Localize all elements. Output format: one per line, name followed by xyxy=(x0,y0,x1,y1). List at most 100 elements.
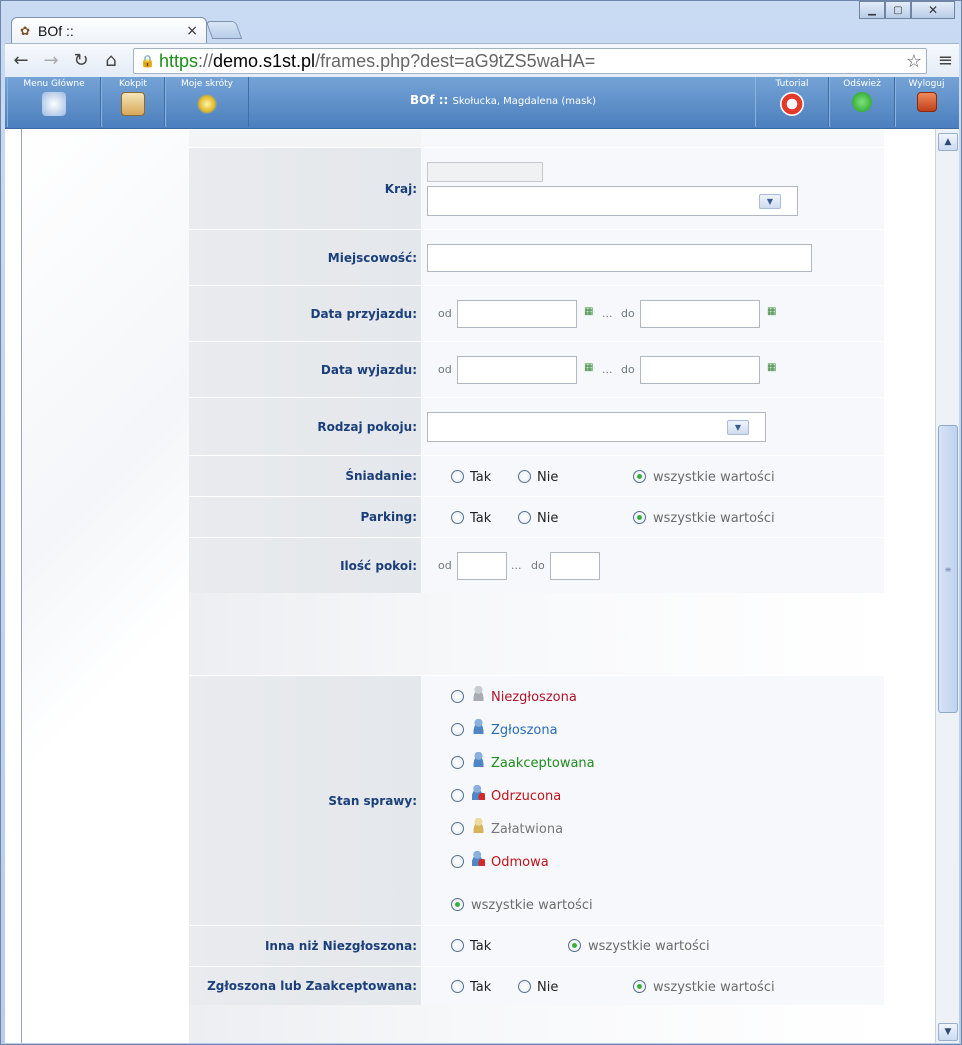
stan-wszystkie-radio[interactable] xyxy=(451,898,464,911)
user-done-icon xyxy=(472,818,485,833)
url-host: demo.s1st.pl xyxy=(213,50,316,71)
kraj-filter-input[interactable] xyxy=(427,162,543,182)
parking-nie-label[interactable]: Nie xyxy=(537,511,558,526)
data-wyjazdu-do-input[interactable] xyxy=(640,356,760,384)
clipboard-chart-icon xyxy=(121,92,145,116)
chevron-down-icon[interactable]: ▼ xyxy=(759,194,781,209)
user-check-icon xyxy=(472,752,485,767)
home-icon[interactable]: ⌂ xyxy=(97,47,125,75)
browser-menu-icon[interactable]: ≡ xyxy=(938,50,953,71)
stan-zgloszona-radio[interactable] xyxy=(451,723,464,736)
calendar-icon[interactable]: ▦ xyxy=(584,362,598,374)
tutorial-label: Tutorial xyxy=(775,79,809,89)
status-zaakceptowana-label[interactable]: Zaakceptowana xyxy=(491,756,595,771)
status-zgloszona-label[interactable]: Zgłoszona xyxy=(491,723,558,738)
stan-odmowa-radio[interactable] xyxy=(451,855,464,868)
stan-odrzucona-radio[interactable] xyxy=(451,789,464,802)
user-reject-icon xyxy=(472,785,485,800)
data-wyjazdu-od-input[interactable] xyxy=(457,356,577,384)
status-odmowa-label[interactable]: Odmowa xyxy=(491,855,549,870)
label-kraj: Kraj: xyxy=(189,148,421,229)
kraj-select[interactable]: ▼ xyxy=(427,186,798,216)
close-window-button[interactable]: ✕ xyxy=(911,1,955,19)
status-odrzucona-label[interactable]: Odrzucona xyxy=(491,789,561,804)
new-tab-button[interactable] xyxy=(205,21,243,39)
moje-skroty-button[interactable]: Moje skróty xyxy=(165,77,249,127)
tutorial-button[interactable]: Tutorial xyxy=(755,77,829,127)
ilosc-pokoi-od-input[interactable] xyxy=(457,552,507,580)
search-form: Kraj: ▼ Miejscowość: Data przyjazdu: od … xyxy=(189,129,884,1043)
zgloszona-nie-label[interactable]: Nie xyxy=(537,980,558,995)
minimize-button[interactable]: ▁ xyxy=(859,1,885,19)
data-przyjazdu-do-input[interactable] xyxy=(640,300,760,328)
odswiez-button[interactable]: Odśwież xyxy=(829,77,895,127)
value-kraj: ▼ xyxy=(421,148,884,229)
parking-wszystkie-label[interactable]: wszystkie wartości xyxy=(653,511,775,526)
sniadanie-tak-label[interactable]: Tak xyxy=(470,470,491,485)
url-scheme: https xyxy=(158,50,198,71)
maximize-button[interactable]: ▢ xyxy=(885,1,911,19)
rodzaj-pokoju-select[interactable]: ▼ xyxy=(427,412,766,442)
range-dots: ... xyxy=(602,307,613,320)
stan-zaakceptowana-radio[interactable] xyxy=(451,756,464,769)
inna-tak-label[interactable]: Tak xyxy=(470,939,491,954)
sniadanie-wszystkie-label[interactable]: wszystkie wartości xyxy=(653,470,775,485)
app-title-text: BOf :: xyxy=(409,93,449,107)
menu-glowne-button[interactable]: Menu Główne xyxy=(7,77,101,127)
tab-strip: ✿ BOf :: × ▁ ▢ ✕ xyxy=(1,1,962,43)
user-clock-icon xyxy=(472,719,485,734)
calendar-icon[interactable]: ▦ xyxy=(767,362,781,374)
tab-bof[interactable]: ✿ BOf :: × xyxy=(11,17,207,43)
wyloguj-button[interactable]: Wyloguj xyxy=(895,77,957,127)
sniadanie-tak-radio[interactable] xyxy=(451,470,464,483)
stan-zalatwiona-radio[interactable] xyxy=(451,822,464,835)
zgloszona-tak-label[interactable]: Tak xyxy=(470,980,491,995)
calendar-icon[interactable]: ▦ xyxy=(584,306,598,318)
vertical-scrollbar[interactable]: ▲ ≡ ▼ xyxy=(935,129,959,1043)
ilosc-pokoi-do-input[interactable] xyxy=(550,552,600,580)
lifebuoy-icon xyxy=(780,92,804,116)
row-rodzaj-pokoju: Rodzaj pokoju: ▼ xyxy=(189,397,884,455)
label-inna-niz: Inna niż Niezgłoszona: xyxy=(189,926,421,966)
kokpit-button[interactable]: Kokpit xyxy=(101,77,165,127)
tab-close-icon[interactable]: × xyxy=(186,23,198,39)
zgloszona-tak-radio[interactable] xyxy=(451,980,464,993)
status-zalatwiona-label[interactable]: Załatwiona xyxy=(491,822,563,837)
forward-icon[interactable]: → xyxy=(37,47,65,75)
zgloszona-wszystkie-radio[interactable] xyxy=(633,980,646,993)
calendar-icon[interactable]: ▦ xyxy=(767,306,781,318)
inna-wszystkie-label[interactable]: wszystkie wartości xyxy=(588,939,710,954)
status-niezgloszona-label[interactable]: Niezgłoszona xyxy=(491,690,577,705)
zgloszona-wszystkie-label[interactable]: wszystkie wartości xyxy=(653,980,775,995)
stan-wszystkie-label[interactable]: wszystkie wartości xyxy=(471,898,593,913)
zgloszona-nie-radio[interactable] xyxy=(518,980,531,993)
scroll-up-icon[interactable]: ▲ xyxy=(938,133,958,151)
chevron-down-icon[interactable]: ▼ xyxy=(727,420,749,435)
parking-wszystkie-radio[interactable] xyxy=(633,511,646,524)
browser-window: ✿ BOf :: × ▁ ▢ ✕ ← → ↻ ⌂ 🔒 https://demo.… xyxy=(0,0,962,1045)
miejscowosc-input[interactable] xyxy=(427,244,812,272)
inna-wszystkie-radio[interactable] xyxy=(568,939,581,952)
reload-icon[interactable]: ↻ xyxy=(67,47,95,75)
row-data-przyjazdu: Data przyjazdu: od ▦ ... do ▦ xyxy=(189,285,884,341)
sniadanie-nie-radio[interactable] xyxy=(518,470,531,483)
sniadanie-nie-label[interactable]: Nie xyxy=(537,470,558,485)
row-ilosc-pokoi: Ilość pokoi: od ... do xyxy=(189,537,884,593)
section-spacer xyxy=(189,1005,884,1043)
row-sniadanie: Śniadanie: Tak Nie wszystkie wartości xyxy=(189,455,884,496)
moje-skroty-label: Moje skróty xyxy=(181,79,233,89)
sniadanie-wszystkie-radio[interactable] xyxy=(633,470,646,483)
value-ilosc-pokoi: od ... do xyxy=(421,538,884,593)
address-bar[interactable]: 🔒 https://demo.s1st.pl/frames.php?dest=a… xyxy=(133,48,927,74)
data-przyjazdu-od-input[interactable] xyxy=(457,300,577,328)
parking-nie-radio[interactable] xyxy=(518,511,531,524)
stan-niezgloszona-radio[interactable] xyxy=(451,690,464,703)
back-icon[interactable]: ← xyxy=(7,47,35,75)
parking-tak-label[interactable]: Tak xyxy=(470,511,491,526)
bookmark-star-icon[interactable]: ☆ xyxy=(906,51,922,72)
value-stan-sprawy: Niezgłoszona Zgłoszona Zaakceptowana Odr… xyxy=(421,676,884,925)
scrollbar-thumb[interactable]: ≡ xyxy=(938,425,958,713)
parking-tak-radio[interactable] xyxy=(451,511,464,524)
scroll-down-icon[interactable]: ▼ xyxy=(938,1023,958,1041)
inna-tak-radio[interactable] xyxy=(451,939,464,952)
